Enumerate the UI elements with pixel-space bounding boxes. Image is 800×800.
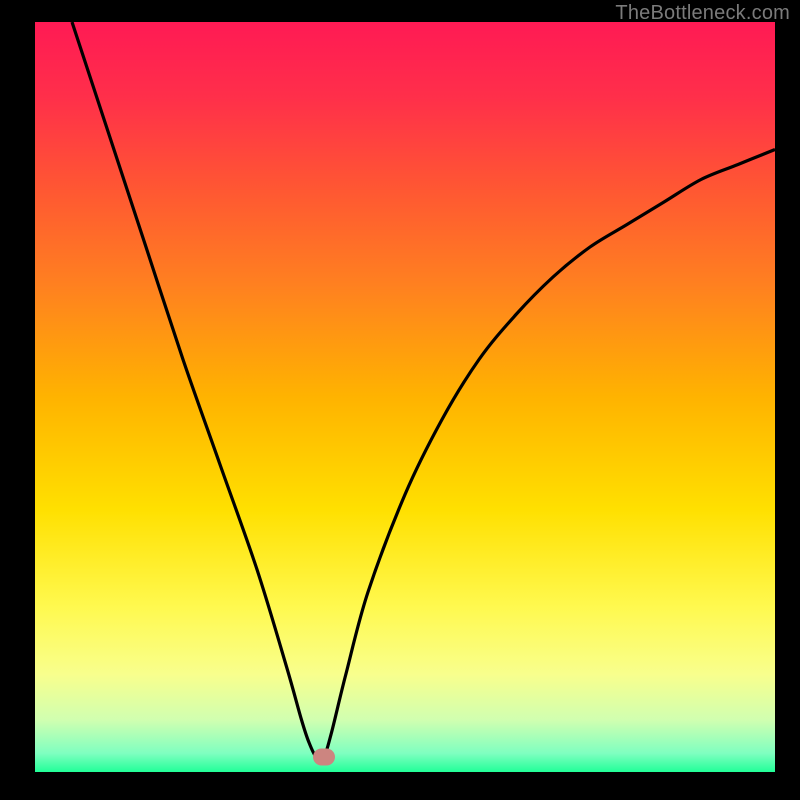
chart-frame: TheBottleneck.com	[0, 0, 800, 800]
curve-layer	[35, 22, 775, 772]
watermark-text: TheBottleneck.com	[615, 2, 790, 25]
minimum-marker	[313, 749, 335, 766]
plot-area	[35, 22, 775, 772]
bottleneck-curve	[72, 22, 775, 759]
